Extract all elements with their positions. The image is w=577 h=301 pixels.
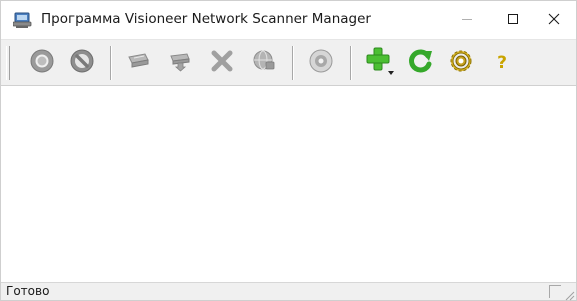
stop-button[interactable]	[65, 46, 99, 80]
close-button[interactable]	[531, 1, 577, 37]
network-globe-icon	[251, 48, 277, 78]
ring-icon	[29, 48, 55, 78]
toolbar-grip[interactable]	[6, 46, 10, 80]
delete-x-icon	[209, 48, 235, 78]
settings-button[interactable]	[444, 46, 478, 80]
add-plus-icon	[363, 45, 395, 81]
scanner-list-area[interactable]	[1, 86, 576, 282]
scanner-down-icon	[167, 48, 193, 78]
minimize-button[interactable]	[444, 1, 490, 37]
refresh-button[interactable]	[404, 46, 438, 80]
maximize-icon	[507, 13, 519, 25]
toolbar-separator	[292, 46, 294, 80]
disc-button[interactable]	[304, 46, 338, 80]
network-button[interactable]	[247, 46, 281, 80]
add-button[interactable]	[362, 46, 396, 80]
settings-gear-icon	[448, 48, 474, 78]
status-bar: Готово	[1, 282, 576, 301]
no-entry-icon	[69, 48, 95, 78]
delete-button[interactable]	[205, 46, 239, 80]
scanner-icon	[125, 48, 151, 78]
close-icon	[548, 13, 560, 25]
status-text: Готово	[6, 284, 50, 298]
start-button[interactable]	[25, 46, 59, 80]
disc-icon	[308, 48, 334, 78]
scanner-download-button[interactable]	[163, 46, 197, 80]
toolbar: ?	[1, 39, 576, 86]
toolbar-separator	[350, 46, 352, 80]
window-title: Программа Visioneer Network Scanner Mana…	[41, 11, 371, 27]
help-icon: ?	[497, 53, 507, 73]
minimize-icon	[461, 13, 473, 25]
maximize-button[interactable]	[490, 1, 536, 37]
refresh-icon	[407, 47, 435, 79]
toolbar-separator	[110, 46, 112, 80]
app-window: Программа Visioneer Network Scanner Mana…	[0, 0, 577, 301]
scanner-button[interactable]	[121, 46, 155, 80]
help-button[interactable]: ?	[485, 46, 519, 80]
title-bar[interactable]: Программа Visioneer Network Scanner Mana…	[1, 1, 576, 39]
status-panel	[549, 285, 561, 298]
scanner-app-icon[interactable]	[12, 11, 33, 29]
resize-grip-icon[interactable]	[563, 286, 575, 301]
